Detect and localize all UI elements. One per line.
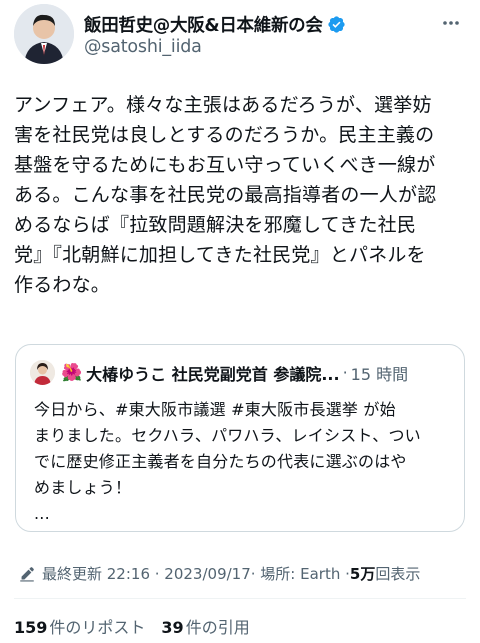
author-avatar[interactable]: [14, 4, 74, 64]
quotes-label: 件の引用: [185, 618, 250, 637]
verified-badge-icon: [327, 16, 345, 33]
reposts-stat[interactable]: 159 件のリポスト: [14, 614, 145, 638]
quoted-tweet-card[interactable]: 🌺 大椿ゆうこ 社民党副党首 参議院... · 15 時間 今日から、#東大阪市…: [15, 344, 465, 532]
reposts-label: 件のリポスト: [49, 618, 146, 637]
hibiscus-emoji: 🌺: [61, 362, 83, 383]
quoted-separator: ·: [342, 363, 348, 382]
quoted-tweet-header: 🌺 大椿ゆうこ 社民党副党首 参議院... · 15 時間: [30, 360, 454, 385]
views-label: 回表示: [375, 565, 421, 583]
reposts-count: 159: [14, 618, 48, 637]
quoted-tweet-text: 今日から、#東大阪市議選 #東大阪市長選挙 が始 まりました。セクハラ、パワハラ…: [34, 400, 421, 523]
edited-timestamp[interactable]: 最終更新 22:16 · 2023/09/17: [42, 563, 251, 584]
location-text: · 場所: Earth ·: [250, 565, 350, 583]
quoted-author-name: 大椿ゆうこ 社民党副党首 参議院...: [86, 364, 340, 384]
edit-pencil-icon: [20, 566, 34, 581]
tweet-header: 飯田哲史@大阪&日本維新の会 @satoshi_iida: [14, 4, 466, 66]
tweet-text: アンフェア。様々な主張はあるだろうが、選挙妨 害を社民党は良しとするのだろうか。…: [14, 94, 437, 296]
divider: [14, 598, 466, 599]
more-options-button[interactable]: [438, 10, 464, 36]
tweet-metadata: 最終更新 22:16 · 2023/09/17 · 場所: Earth · 5万…: [18, 563, 420, 584]
quoted-author-avatar: [30, 360, 55, 385]
quotes-count: 39: [161, 618, 184, 637]
author-handle[interactable]: @satoshi_iida: [84, 37, 202, 57]
quotes-stat[interactable]: 39 件の引用: [161, 614, 249, 638]
quoted-timestamp: 15 時間: [350, 364, 409, 384]
engagement-stats: 159 件のリポスト 39 件の引用: [14, 614, 266, 638]
more-dots-icon: [443, 21, 459, 25]
author-name-row: 飯田哲史@大阪&日本維新の会: [84, 12, 346, 37]
author-display-name[interactable]: 飯田哲史@大阪&日本維新の会: [84, 12, 323, 37]
views-count: 5万: [349, 565, 376, 583]
